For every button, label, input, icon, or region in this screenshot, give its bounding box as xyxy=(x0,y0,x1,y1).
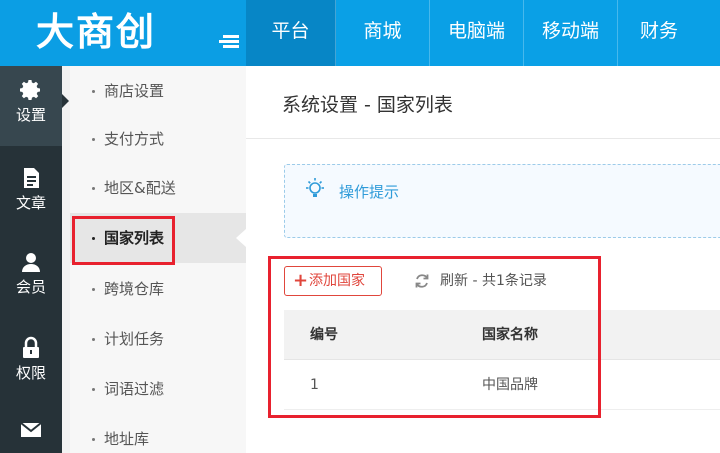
nav-item-pc[interactable]: 电脑端 xyxy=(430,0,524,66)
sidebar-item-mail[interactable] xyxy=(0,406,62,453)
sidebar-active-arrow xyxy=(62,94,69,108)
submenu-item-store-settings[interactable]: 商店设置 xyxy=(70,66,246,116)
sidebar-item-label: 文章 xyxy=(15,194,46,212)
highlight-country-table xyxy=(268,256,601,418)
submenu-item-region-shipping[interactable]: 地区&配送 xyxy=(70,163,246,213)
submenu-item-address-library[interactable]: 地址库 xyxy=(70,414,246,453)
submenu-item-word-filter[interactable]: 词语过滤 xyxy=(70,364,246,414)
menu-toggle-icon[interactable] xyxy=(219,35,239,49)
tips-label: 操作提示 xyxy=(339,183,400,201)
top-header: 大商创 平台 商城 电脑端 移动端 财务 xyxy=(0,0,720,66)
logo: 大商创 xyxy=(36,10,157,54)
tips-box[interactable]: 操作提示 xyxy=(284,164,720,238)
submenu-item-crossborder-warehouse[interactable]: 跨境仓库 xyxy=(70,264,246,314)
user-icon xyxy=(22,253,40,272)
top-nav: 平台 商城 电脑端 移动端 财务 xyxy=(246,0,720,66)
nav-item-platform[interactable]: 平台 xyxy=(246,0,336,66)
sidebar-item-label: 设置 xyxy=(15,106,46,124)
sidebar-item-members[interactable]: 会员 xyxy=(0,238,62,302)
submenu-active-arrow xyxy=(236,229,246,247)
highlight-country-list-menu xyxy=(72,216,175,265)
nav-item-mobile[interactable]: 移动端 xyxy=(524,0,618,66)
gear-icon xyxy=(20,80,40,100)
icon-sidebar: 设置 文章 会员 权限 xyxy=(0,66,62,453)
page-title: 系统设置 - 国家列表 xyxy=(282,94,453,116)
sidebar-item-label: 权限 xyxy=(15,364,46,382)
submenu-item-scheduled-tasks[interactable]: 计划任务 xyxy=(70,314,246,364)
sidebar-item-label: 会员 xyxy=(15,278,46,296)
lock-icon xyxy=(23,336,39,358)
mail-icon xyxy=(20,422,42,437)
sidebar-item-permissions[interactable]: 权限 xyxy=(0,324,62,388)
document-icon xyxy=(24,168,39,188)
submenu-item-payment[interactable]: 支付方式 xyxy=(70,114,246,164)
logo-area: 大商创 xyxy=(0,0,246,66)
lightbulb-icon xyxy=(306,178,324,197)
sidebar-item-articles[interactable]: 文章 xyxy=(0,154,62,218)
nav-item-mall[interactable]: 商城 xyxy=(336,0,430,66)
nav-item-finance[interactable]: 财务 xyxy=(618,0,720,66)
title-divider xyxy=(246,138,720,139)
sidebar-item-settings[interactable]: 设置 xyxy=(0,66,62,146)
